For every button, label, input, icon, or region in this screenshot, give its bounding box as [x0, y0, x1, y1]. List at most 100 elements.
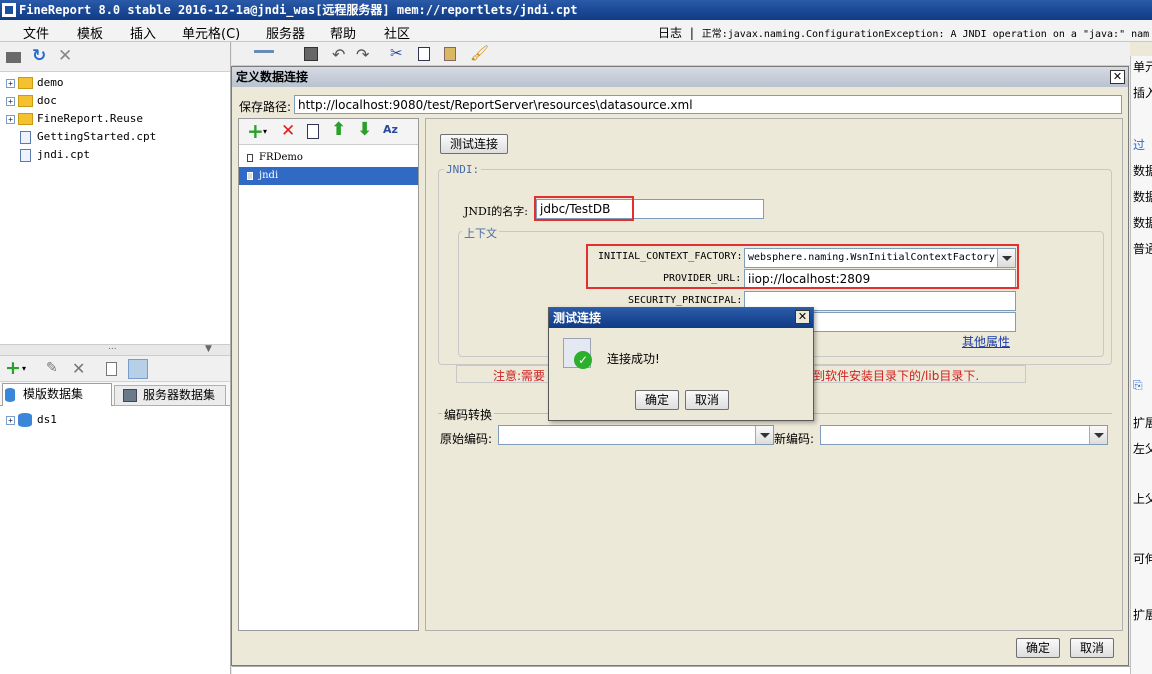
add-connection-icon[interactable]: +: [247, 119, 264, 143]
tab-server-datasets[interactable]: 服务器数据集: [114, 385, 226, 406]
principal-label: SECURITY_PRINCIPAL:: [628, 295, 743, 306]
jndi-name-highlight: [534, 196, 634, 221]
redo-icon[interactable]: ↷: [356, 45, 369, 64]
menu-file[interactable]: 文件: [23, 23, 49, 42]
menu-cell[interactable]: 单元格(C): [182, 23, 240, 42]
note-text-left: 注意:需要: [493, 369, 546, 383]
dialog-ok-button[interactable]: 确定: [1016, 638, 1060, 658]
connection-list-panel: + ▾ ✕ ⬆ ⬇ Az FRDemo jndi: [238, 118, 419, 631]
log-label[interactable]: 日志: [658, 26, 682, 40]
dialog-close-button[interactable]: ✕: [1110, 70, 1125, 84]
menu-server[interactable]: 服务器: [266, 23, 305, 42]
popup-cancel-button[interactable]: 取消: [685, 390, 729, 410]
pane-splitter[interactable]: ... ▼: [0, 342, 230, 356]
right-label-normal: 普通: [1133, 242, 1152, 256]
orig-encoding-label: 原始编码:: [440, 432, 493, 446]
right-icon[interactable]: ⎘: [1133, 378, 1143, 393]
connection-icon[interactable]: [128, 359, 148, 379]
move-up-icon[interactable]: ⬆: [331, 119, 346, 140]
paste-icon[interactable]: [444, 47, 456, 61]
menu-community[interactable]: 社区: [384, 23, 410, 42]
orig-encoding-select[interactable]: [498, 425, 774, 445]
new-encoding-dropdown-arrow-icon[interactable]: [1089, 426, 1107, 444]
move-down-icon[interactable]: ⬇: [357, 119, 372, 140]
jndi-legend: JNDI:: [444, 163, 482, 176]
expand-icon[interactable]: +: [6, 114, 15, 124]
log-message: 正常:javax.naming.ConfigurationException: …: [701, 29, 1150, 40]
right-label-filter[interactable]: 过: [1133, 136, 1145, 153]
tree-item-reuse[interactable]: + FineReport.Reuse: [6, 110, 143, 128]
align-icon[interactable]: [254, 50, 274, 53]
preview-icon[interactable]: [106, 362, 117, 376]
tree-item-jndi[interactable]: jndi.cpt: [6, 146, 90, 164]
delete-icon[interactable]: ✕: [58, 46, 72, 66]
connection-list-toolbar: + ▾ ✕ ⬆ ⬇ Az: [239, 119, 418, 145]
save-icon[interactable]: [304, 47, 318, 61]
database-icon: [5, 388, 15, 402]
add-dataset-icon[interactable]: +: [5, 357, 21, 379]
expand-icon[interactable]: +: [6, 415, 15, 425]
right-label-expand: 扩展: [1133, 416, 1152, 430]
connection-test-icon: ✓: [563, 338, 592, 369]
edit-icon[interactable]: ✎: [46, 360, 58, 376]
undo-icon[interactable]: ↶: [332, 45, 345, 64]
new-encoding-select[interactable]: [820, 425, 1108, 445]
popup-ok-button[interactable]: 确定: [635, 390, 679, 410]
popup-message: 连接成功!: [607, 352, 660, 366]
tree-item-gettingstarted[interactable]: GettingStarted.cpt: [6, 128, 156, 146]
folder-icon: [18, 77, 33, 89]
success-check-icon: ✓: [574, 351, 592, 369]
menu-template[interactable]: 模板: [77, 23, 103, 42]
popup-title: 测试连接: [549, 308, 813, 328]
right-label-left-parent: 左父: [1133, 442, 1152, 456]
expand-icon[interactable]: +: [6, 78, 15, 88]
main-toolbar: ↶ ↷ ✂ 🖌: [232, 42, 1130, 66]
other-properties-link[interactable]: 其他属性: [962, 333, 1010, 350]
folder-icon: [18, 113, 33, 125]
context-highlight: [586, 244, 1019, 289]
dataset-tabs: 模版数据集 服务器数据集: [0, 382, 230, 406]
right-label-dataset-settings: 数据设: [1133, 216, 1152, 230]
expand-icon[interactable]: +: [6, 96, 15, 106]
finereport-logo-icon: [2, 3, 16, 17]
right-label-datacolumn: 数据列: [1133, 190, 1152, 204]
connection-icon: [247, 153, 253, 162]
right-label-expandable: 可伸展: [1133, 552, 1152, 566]
orig-encoding-dropdown-arrow-icon[interactable]: [755, 426, 773, 444]
save-path-label: 保存路径:: [239, 100, 292, 114]
cut-icon[interactable]: ✂: [390, 44, 403, 62]
connection-item-jndi[interactable]: jndi: [239, 167, 418, 185]
database-icon: [18, 413, 32, 427]
format-brush-icon[interactable]: 🖌: [470, 44, 489, 62]
test-connection-button[interactable]: 测试连接: [440, 134, 508, 154]
popup-close-button[interactable]: ✕: [795, 310, 810, 324]
context-legend: 上下文: [462, 225, 499, 241]
tree-item-demo[interactable]: + demo: [6, 74, 64, 92]
remove-icon[interactable]: ✕: [72, 359, 85, 378]
folder-icon: [18, 95, 33, 107]
refresh-icon[interactable]: ↻: [32, 46, 46, 66]
tree-item-doc[interactable]: + doc: [6, 92, 57, 110]
right-label-top-parent: 上父: [1133, 492, 1152, 506]
dataset-item-ds1[interactable]: + ds1: [6, 411, 57, 429]
copy-icon[interactable]: [418, 47, 430, 61]
dialog-cancel-button[interactable]: 取消: [1070, 638, 1114, 658]
save-path-field[interactable]: http://localhost:9080/test/ReportServer\…: [294, 95, 1122, 114]
report-file-icon: [20, 130, 31, 144]
dropdown-arrow-icon[interactable]: ▾: [22, 364, 26, 373]
copy-connection-icon[interactable]: [307, 124, 319, 139]
dropdown-arrow-icon[interactable]: ▾: [263, 127, 267, 136]
tab-template-datasets[interactable]: 模版数据集: [2, 383, 112, 406]
menu-bar: 文件 模板 插入 单元格(C) 服务器 帮助 社区 日志 | 正常:javax.…: [0, 20, 1152, 42]
sort-icon[interactable]: Az: [383, 123, 398, 136]
right-label-insert: 插入内: [1133, 86, 1152, 100]
menu-help[interactable]: 帮助: [330, 23, 356, 42]
connection-item-frdemo[interactable]: FRDemo: [239, 149, 418, 167]
test-connection-popup: 测试连接 ✕ ✓ 连接成功! 确定 取消: [548, 307, 814, 421]
left-pane: ↻ ✕ + demo + doc + FineReport.Reuse Getting…: [0, 42, 231, 674]
menu-insert[interactable]: 插入: [130, 23, 156, 42]
open-folder-icon[interactable]: [6, 52, 21, 63]
jndi-name-label: JNDI的名字:: [464, 205, 528, 218]
collapse-icon[interactable]: ▼: [205, 344, 212, 354]
delete-connection-icon[interactable]: ✕: [281, 121, 295, 141]
